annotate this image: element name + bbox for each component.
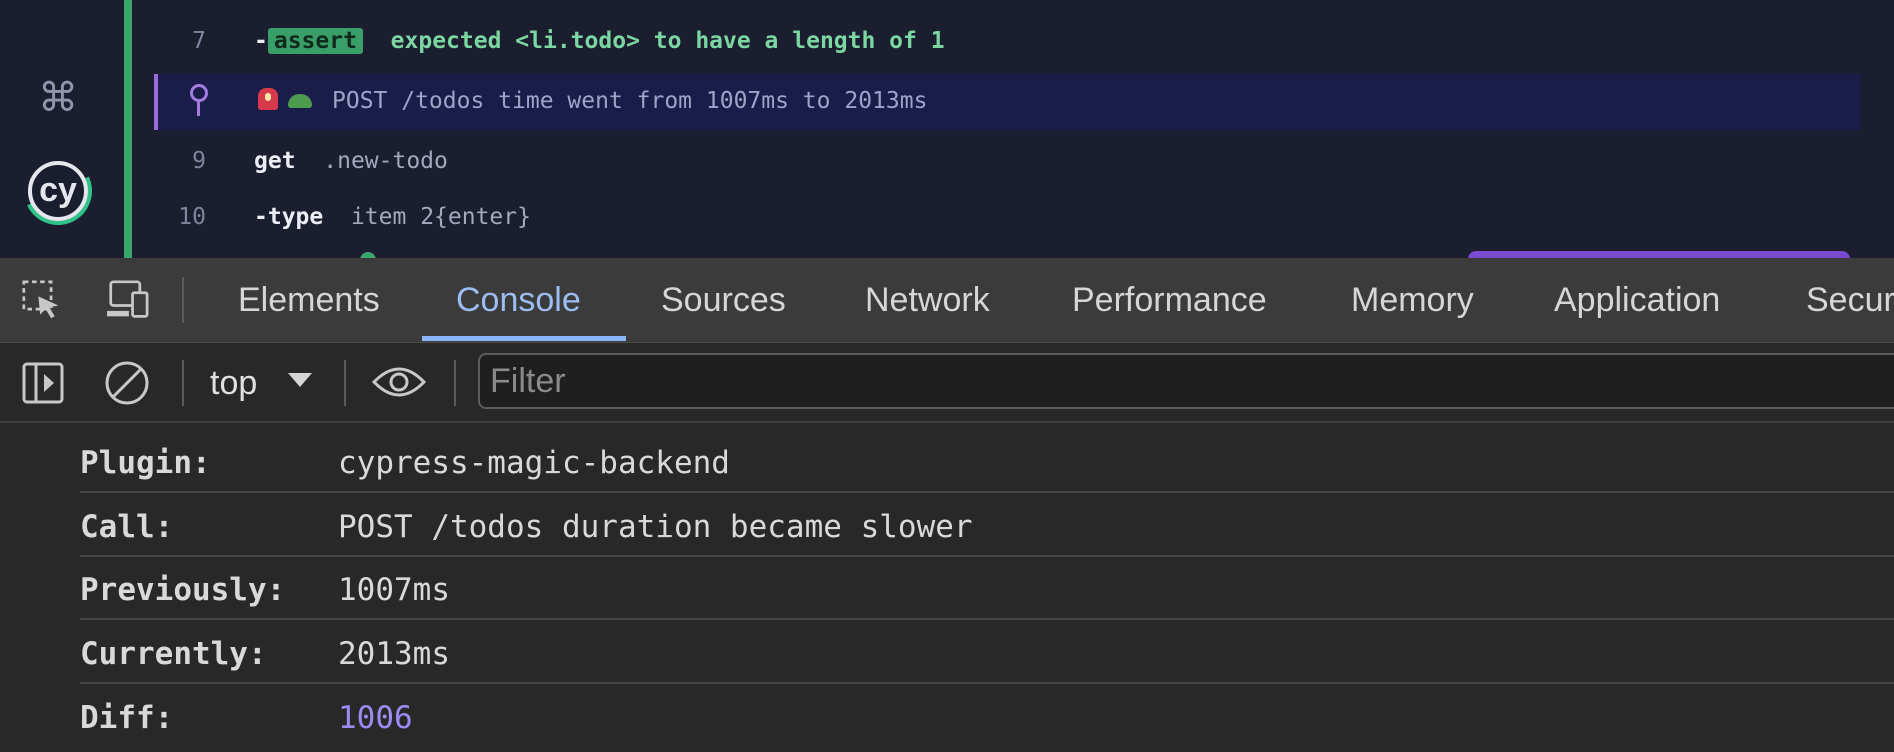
inspect-element-icon[interactable] [22, 280, 62, 320]
tab-application[interactable]: Application [1554, 258, 1720, 342]
spec-status-bar [124, 0, 132, 258]
eye-icon[interactable] [372, 364, 426, 400]
device-toolbar-icon[interactable] [104, 280, 152, 320]
row-key: Call: [80, 509, 174, 545]
toolbar-divider [454, 360, 456, 406]
clear-console-icon[interactable] [104, 360, 150, 406]
command-arg: .new-todo [323, 148, 448, 174]
tab-security[interactable]: Secur [1806, 258, 1894, 342]
console-row: Plugin: cypress-magic-backend [80, 429, 1894, 493]
filter-input[interactable]: Filter [478, 353, 1894, 409]
pin-icon [188, 84, 208, 118]
chevron-down-icon[interactable] [288, 373, 312, 387]
diff-value: 1006 [338, 700, 413, 736]
command-log: 7 - assert expected <li.todo> to have a l… [132, 0, 1861, 258]
tab-elements[interactable]: Elements [238, 258, 380, 342]
slow-call-message: POST /todos time went from 1007ms to 201… [332, 88, 928, 114]
console-row: Call: POST /todos duration became slower [80, 493, 1894, 557]
command-row[interactable]: 7 - assert expected <li.todo> to have a l… [132, 14, 1857, 70]
console-output: Plugin: cypress-magic-backend Call: POST… [0, 423, 1894, 752]
console-row: Currently: 2013ms [80, 620, 1894, 684]
command-text: get .new-todo [254, 148, 448, 174]
command-text: -type item 2{enter} [254, 204, 531, 230]
row-value: 2013ms [338, 636, 450, 672]
assert-badge: assert [267, 28, 363, 54]
purple-button[interactable] [1468, 251, 1850, 258]
row-key: Previously: [80, 572, 286, 608]
console-row: Previously: 1007ms [80, 556, 1894, 620]
cypress-logo-icon[interactable]: cy [28, 161, 88, 221]
command-name: get [254, 148, 296, 174]
command-row[interactable]: 9 get .new-todo [132, 134, 1857, 190]
command-name: -type [254, 204, 324, 230]
toolbar-divider [344, 360, 346, 406]
active-tab-indicator [422, 336, 626, 341]
highlighted-log-row[interactable]: POST /todos time went from 1007ms to 201… [154, 74, 1861, 130]
row-key: Diff: [80, 700, 174, 736]
tab-performance[interactable]: Performance [1072, 258, 1267, 342]
tab-sources[interactable]: Sources [661, 258, 786, 342]
row-key: Currently: [80, 636, 267, 672]
row-key: Plugin: [80, 445, 211, 481]
assert-text-subject: <li.todo> [515, 28, 640, 54]
command-arg: item 2{enter} [350, 204, 531, 230]
tab-console[interactable]: Console [456, 258, 581, 342]
turtle-icon [288, 94, 312, 108]
assert-text-value: 1 [930, 28, 945, 54]
sidebar-toggle-icon[interactable] [22, 362, 66, 404]
tab-network[interactable]: Network [865, 258, 990, 342]
siren-icon [258, 88, 278, 110]
tab-memory[interactable]: Memory [1351, 258, 1474, 342]
command-key-icon[interactable]: ⌘ [36, 76, 80, 120]
cypress-runner: ⌘ cy 7 - assert expected <li.todo> to hav… [0, 0, 1894, 258]
command-prefix: - [254, 28, 268, 54]
command-number: 9 [192, 148, 206, 174]
command-number: 7 [192, 28, 206, 54]
command-row[interactable]: 10 -type item 2{enter} [132, 190, 1857, 246]
cypress-sidebar: ⌘ cy [0, 0, 124, 258]
console-row: Diff: 1006 [80, 684, 1894, 746]
toolbar-divider [182, 360, 184, 406]
command-text: - assert expected <li.todo> to have a len… [254, 28, 945, 54]
toolbar-divider [182, 277, 184, 323]
context-selector[interactable]: top [210, 358, 257, 408]
assert-text-expected: expected [390, 28, 502, 54]
assert-text-predicate: to have a length of [653, 28, 917, 54]
row-value: POST /todos duration became slower [338, 509, 973, 545]
row-value: cypress-magic-backend [338, 445, 730, 481]
row-value: 1007ms [338, 572, 450, 608]
log-message: POST /todos time went from 1007ms to 201… [258, 88, 927, 114]
command-number: 10 [178, 204, 206, 230]
